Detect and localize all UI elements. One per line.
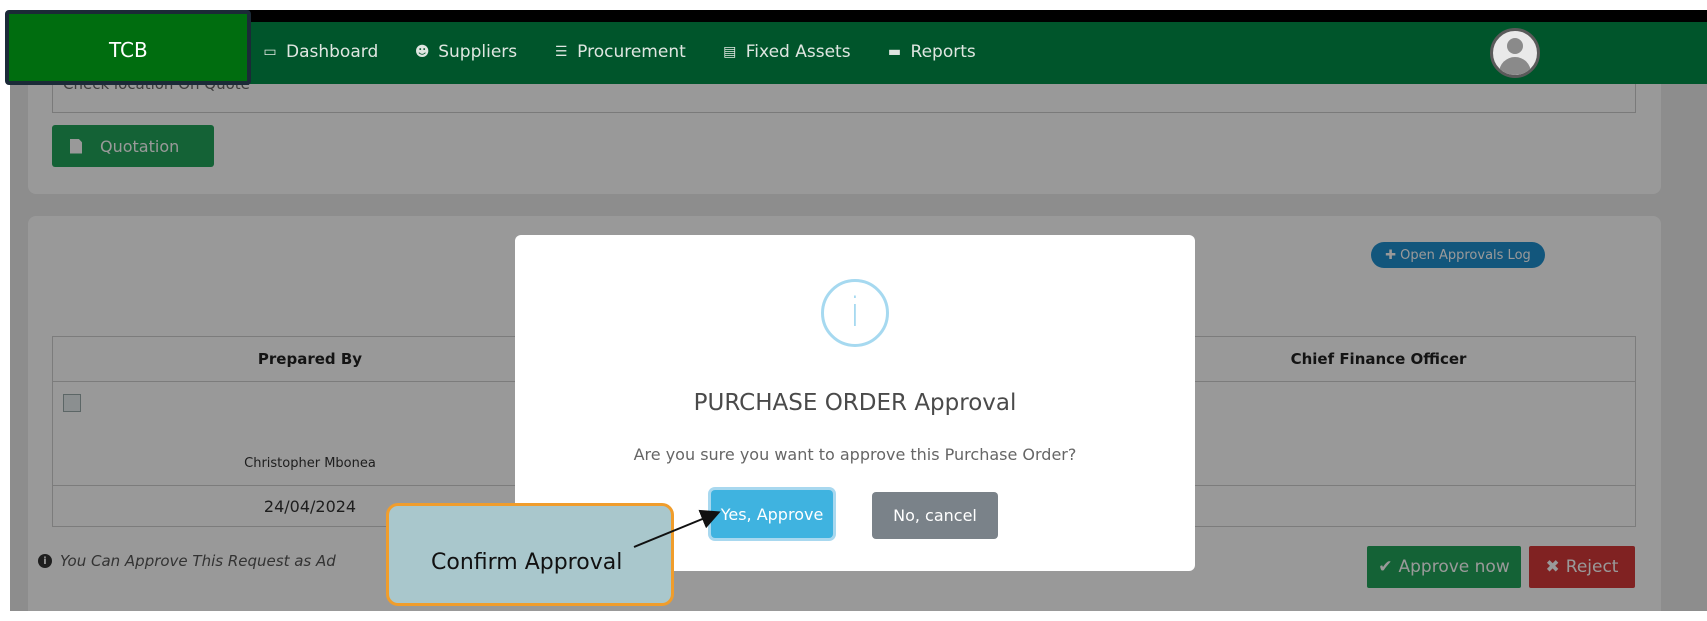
callout-arrow-icon <box>633 509 721 548</box>
